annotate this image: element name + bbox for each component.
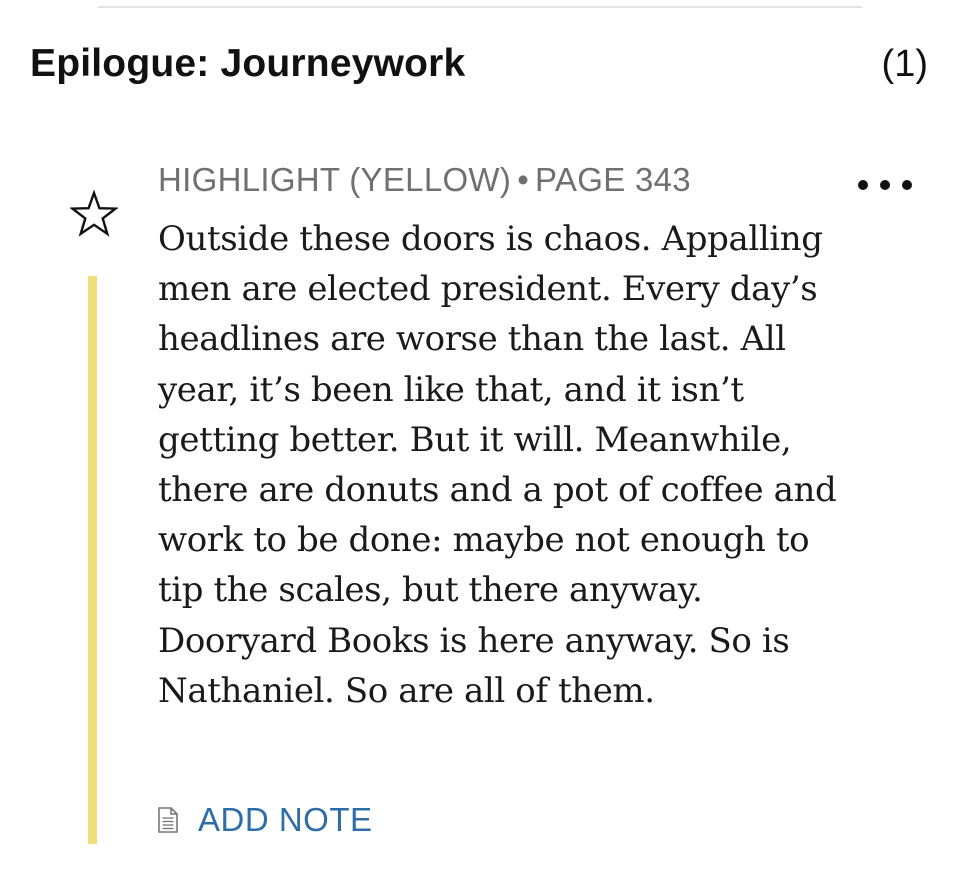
document-icon xyxy=(158,807,178,833)
more-dot xyxy=(880,180,890,190)
top-divider xyxy=(98,6,862,8)
highlight-meta: HIGHLIGHT (YELLOW) • PAGE 343 xyxy=(158,160,691,200)
more-dot xyxy=(858,180,868,190)
highlight-text: Outside these doors is chaos. Appalling … xyxy=(158,219,837,711)
section-title: Epilogue: Journeywork xyxy=(30,42,466,85)
more-options-icon[interactable] xyxy=(858,178,912,192)
more-dot xyxy=(902,180,912,190)
highlight-page-label: PAGE 343 xyxy=(535,161,691,198)
highlight-type-label: HIGHLIGHT (YELLOW) xyxy=(158,161,512,198)
star-icon[interactable] xyxy=(70,190,118,238)
highlight-color-bar xyxy=(88,276,97,844)
highlight-count: (1) xyxy=(881,43,928,85)
meta-separator: • xyxy=(517,161,530,198)
add-note-label: ADD NOTE xyxy=(198,801,373,838)
add-note-button[interactable]: ADD NOTE xyxy=(158,800,373,840)
